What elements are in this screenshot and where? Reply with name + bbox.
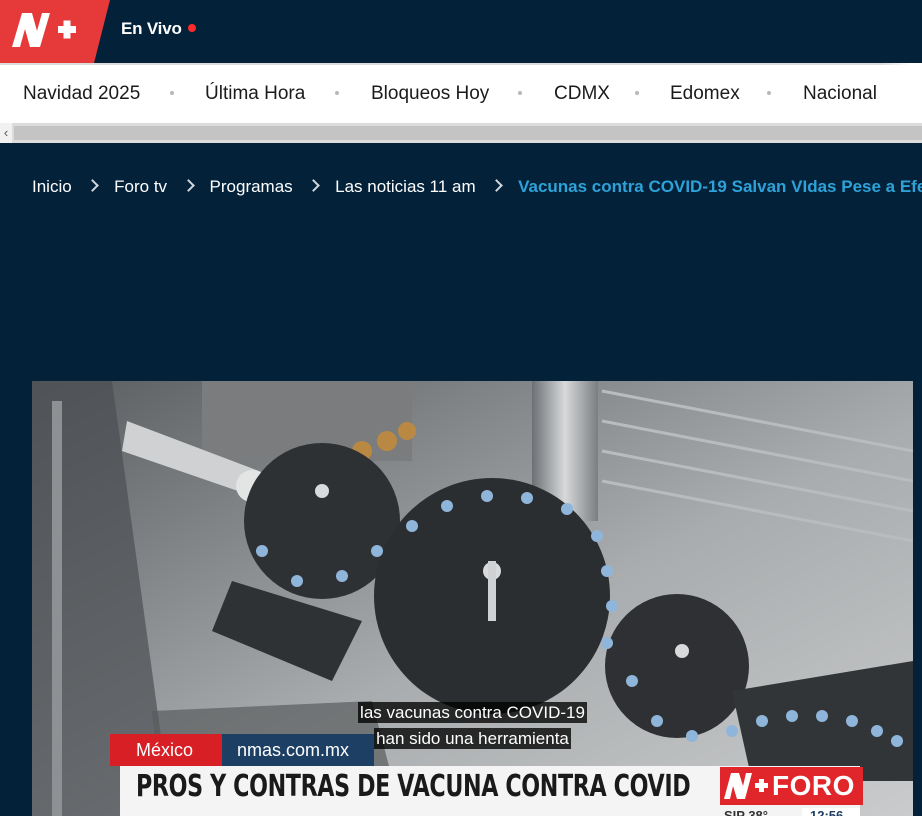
foro-logo: FORO [720, 767, 863, 805]
chevron-right-icon [307, 179, 321, 192]
foro-label: FORO [772, 770, 855, 801]
nplus-foro-icon [724, 773, 768, 799]
nav-fade [882, 63, 922, 123]
ticker-weather: SIP 38° [724, 808, 768, 816]
breadcrumb-las-noticias[interactable]: Las noticias 11 am [335, 177, 475, 197]
nav-item-nacional[interactable]: Nacional [803, 83, 877, 105]
nav-item-edomex[interactable]: Edomex [670, 83, 740, 105]
breadcrumb: Inicio Foro tv Programas Las noticias 11… [32, 176, 922, 200]
nplus-logo[interactable] [0, 0, 110, 63]
main-nav: Navidad 2025 Última Hora Bloqueos Hoy CD… [0, 63, 922, 123]
ticker-time: 12:56 [802, 808, 860, 816]
nav-item-cdmx[interactable]: CDMX [554, 83, 610, 105]
scroll-left-arrow-icon[interactable]: ‹ [0, 123, 12, 143]
location-tag: México [110, 734, 222, 766]
headline-text: PROS Y CONTRAS DE VACUNA CONTRA COVID [136, 769, 691, 804]
video-player[interactable]: las vacunas contra COVID-19 han sido una… [32, 381, 913, 816]
headline-bar: PROS Y CONTRAS DE VACUNA CONTRA COVID [120, 766, 720, 816]
nav-separator [635, 91, 639, 95]
nav-item-bloqueos[interactable]: Bloqueos Hoy [371, 83, 489, 105]
nav-item-ultima-hora[interactable]: Última Hora [205, 83, 305, 105]
breadcrumb-inicio[interactable]: Inicio [32, 177, 72, 197]
breadcrumb-programas[interactable]: Programas [210, 177, 293, 197]
breadcrumb-current: Vacunas contra COVID-19 Salvan VIdas Pes… [518, 176, 922, 196]
live-label[interactable]: En Vivo [121, 19, 182, 39]
breadcrumb-foro-tv[interactable]: Foro tv [114, 177, 167, 197]
nav-separator [518, 91, 522, 95]
chevron-right-icon [490, 179, 504, 192]
scrollbar-thumb[interactable] [14, 126, 922, 140]
chevron-right-icon [181, 179, 195, 192]
nav-separator [170, 91, 174, 95]
subtitle-line-1: las vacunas contra COVID-19 [358, 702, 587, 723]
live-indicator-dot [188, 24, 196, 32]
nav-separator [335, 91, 339, 95]
site-url-tag: nmas.com.mx [222, 734, 374, 766]
horizontal-scrollbar[interactable]: ‹ [0, 123, 922, 143]
nplus-logo-icon [12, 13, 76, 47]
chevron-right-icon [86, 179, 100, 192]
nav-separator [767, 91, 771, 95]
site-header: En Vivo [0, 0, 922, 63]
nav-item-navidad[interactable]: Navidad 2025 [23, 83, 140, 105]
